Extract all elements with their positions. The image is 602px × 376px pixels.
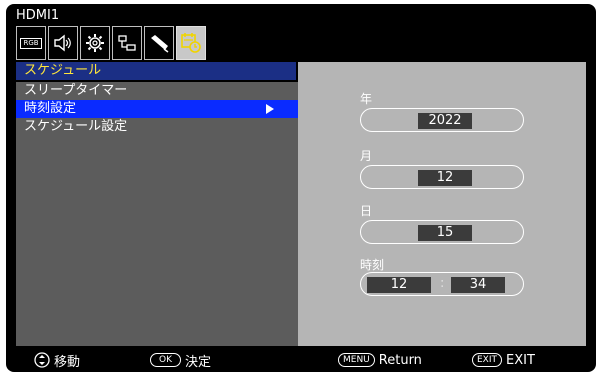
menu-key-icon: MENU	[338, 353, 375, 367]
rgb-icon[interactable]: RGB	[16, 26, 46, 60]
hour-value: 12	[367, 277, 431, 293]
ok-key-icon: OK	[150, 353, 181, 367]
day-field[interactable]: 15	[360, 220, 524, 244]
time-separator: :	[440, 276, 445, 291]
calendar-clock-icon[interactable]	[176, 26, 206, 60]
exit-hint: EXIT EXIT	[472, 351, 535, 369]
category-icon-row: RGB	[16, 26, 206, 62]
menu-item-schedule-settings[interactable]: スケジュール設定	[16, 118, 298, 136]
menu-list-panel: スリープタイマー 時刻設定 スケジュール設定	[16, 82, 298, 346]
move-hint: 移動	[34, 351, 81, 370]
network-icon[interactable]	[112, 26, 142, 60]
return-label: Return	[378, 352, 422, 368]
key-guide-bar: 移動 OK 決定 MENU Return EXIT EXIT	[6, 348, 596, 372]
ok-label: 決定	[185, 354, 212, 370]
time-field[interactable]: 12 : 34	[360, 272, 524, 296]
exit-key-icon: EXIT	[472, 353, 503, 367]
menu-item-sleep-timer[interactable]: スリープタイマー	[16, 82, 298, 100]
menu-hint: MENU Return	[338, 351, 422, 369]
up-down-icon	[34, 352, 50, 368]
year-label: 年	[360, 92, 373, 106]
day-value: 15	[418, 225, 472, 241]
menu-item-date-time[interactable]: 時刻設定	[16, 100, 298, 118]
exit-label: EXIT	[506, 352, 535, 368]
pen-icon[interactable]	[144, 26, 174, 60]
month-value: 12	[418, 170, 472, 186]
minute-value: 34	[451, 277, 505, 293]
month-label: 月	[360, 149, 373, 163]
input-source-label: HDMI1	[16, 8, 60, 23]
menu-title: スケジュール	[16, 62, 296, 80]
right-arrow-icon	[266, 104, 274, 114]
year-field[interactable]: 2022	[360, 108, 524, 132]
month-field[interactable]: 12	[360, 165, 524, 189]
gear-icon[interactable]	[80, 26, 110, 60]
ok-hint: OK 決定	[150, 351, 212, 370]
year-value: 2022	[418, 113, 472, 129]
move-label: 移動	[54, 354, 81, 370]
osd-window: HDMI1 RGB スケジュール スリープタイマー 時刻設定 スケジュール設定 …	[6, 4, 596, 372]
day-label: 日	[360, 204, 373, 218]
time-label: 時刻	[360, 258, 385, 272]
datetime-settings-panel: 年 2022 月 12 日 15 時刻 12 : 34	[298, 62, 586, 346]
speaker-icon[interactable]	[48, 26, 78, 60]
